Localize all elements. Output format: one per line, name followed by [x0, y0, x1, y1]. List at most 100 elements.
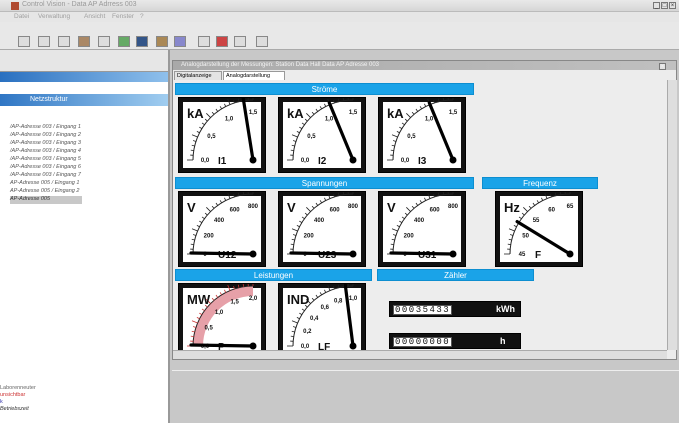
scale-label: 400 [314, 218, 325, 224]
open-icon[interactable] [38, 36, 50, 47]
scale-label: 65 [567, 204, 574, 210]
gauge-unit: kA [287, 106, 304, 121]
tool-icon[interactable] [156, 36, 168, 47]
gauge-needle [189, 251, 255, 256]
current-i3-gauge: 0,0 0,5 1,0 1,5 kA I3 [378, 97, 466, 173]
scale-tick [399, 126, 403, 129]
maximize-icon[interactable]: □ [661, 2, 668, 9]
scale-label: 1,0 [349, 296, 358, 302]
tree-item[interactable]: /AP-Adresse 003 / Eingang 7 [10, 172, 82, 180]
scale-tick [327, 192, 331, 199]
tree-item[interactable]: /AP-Adresse 003 / Eingang 5 [10, 156, 82, 164]
scale-tick [315, 294, 319, 298]
tree-item[interactable]: /AP-Adresse 003 / Eingang 6 [10, 164, 82, 172]
scale-tick [319, 200, 322, 204]
scale-tick [301, 216, 305, 220]
tree-item[interactable]: /AP-Adresse 003 / Eingang 2 [10, 132, 82, 140]
gauge-unit: MW [187, 292, 211, 307]
toolbar [0, 22, 679, 50]
gauge-needle [241, 98, 255, 162]
window-icon[interactable] [234, 36, 246, 47]
scale-tick [319, 106, 322, 110]
scale-label: 55 [533, 218, 540, 224]
scale-tick [544, 192, 548, 199]
arrows-icon[interactable] [198, 36, 210, 47]
gauge-unit: V [187, 200, 196, 215]
info-icon[interactable] [256, 36, 268, 47]
section-currents: Ströme [175, 83, 474, 95]
gauge-dial: 0,0 0,5 1,0 1,5 kA I3 [387, 98, 458, 167]
scale-label: 200 [204, 234, 215, 240]
scale-tick [299, 220, 303, 223]
analog-view: Ströme Spannungen Frequenz Leistungen Zä… [173, 80, 667, 359]
gauge-dial: 0200400600800VU23 [287, 192, 359, 261]
image-icon[interactable] [78, 36, 90, 47]
print-icon[interactable] [58, 36, 70, 47]
tree-item-selected[interactable]: AP-Adresse 005 [10, 196, 82, 204]
tree-item[interactable]: /AP-Adresse 003 / Eingang 4 [10, 148, 82, 156]
tree-title: Netzstruktur [30, 96, 68, 103]
gauge-needle [389, 251, 455, 256]
footer-item: k [0, 399, 3, 405]
gauge-label: U12 [218, 250, 237, 261]
needle-hub [349, 250, 357, 258]
new-icon[interactable] [18, 36, 30, 47]
scale-tick [191, 320, 198, 324]
menu-item-help[interactable]: ? [140, 13, 144, 20]
scale-tick [227, 98, 231, 105]
close-icon[interactable]: × [659, 63, 666, 70]
scale-tick [201, 308, 205, 312]
menu-item-file[interactable]: Datei [14, 13, 29, 20]
scale-label: 600 [330, 208, 341, 214]
gauge-label: I3 [418, 156, 427, 167]
needle-hub [249, 342, 257, 350]
settings-icon[interactable] [174, 36, 186, 47]
scale-tick [301, 308, 305, 312]
gauge-dial: 0200400600800VU12 [187, 192, 259, 261]
grid-icon[interactable] [98, 36, 110, 47]
tree-item[interactable]: /AP-Adresse 003 / Eingang 1 [10, 124, 82, 132]
scale-tick [299, 312, 303, 315]
scale-label: 60 [548, 208, 555, 214]
scale-label: 50 [522, 234, 529, 240]
menu-item-window[interactable]: Fenster [112, 13, 134, 20]
gauge-needle [289, 251, 355, 256]
scale-label: 0,5 [207, 134, 216, 140]
tree-item[interactable]: AP-Adresse 005 / Eingang 2 [10, 188, 82, 196]
title-bar: Control Vision - Data AP Adrress 003 _ □… [0, 0, 679, 12]
tab-digital[interactable]: Digitalanzeige [174, 71, 222, 80]
stop-icon[interactable] [216, 36, 228, 47]
gauge-unit: Hz [504, 200, 520, 215]
footer-item: Betriebszeit [0, 406, 29, 412]
table-icon[interactable] [136, 36, 148, 47]
scale-tick [521, 212, 525, 216]
scale-label: 0,5 [204, 326, 213, 332]
scale-tick [404, 212, 408, 216]
close-icon[interactable]: × [669, 2, 676, 9]
menu-item-manage[interactable]: Verwaltung [38, 13, 70, 20]
scale-tick [191, 228, 198, 232]
scale-tick [419, 106, 422, 110]
horizontal-scrollbar[interactable] [173, 350, 667, 359]
gauge-dial: 45 50 55 60 65 Hz F [504, 192, 574, 261]
scale-label: 45 [519, 252, 526, 258]
chart-icon[interactable] [118, 36, 130, 47]
menu-item-view[interactable]: Ansicht [84, 13, 105, 20]
minimize-icon[interactable]: _ [653, 2, 660, 9]
tab-analog[interactable]: Analogdarstellung [223, 71, 285, 80]
scale-label: 400 [414, 218, 425, 224]
hours-counter-value: 00000000 [393, 337, 453, 347]
scale-tick [306, 207, 311, 212]
needle-hub [449, 250, 457, 258]
gauge-unit: kA [387, 106, 404, 121]
scale-tick [419, 200, 422, 204]
vertical-scrollbar[interactable] [667, 80, 677, 350]
gauge-label: I1 [218, 156, 227, 167]
needle-hub [349, 342, 357, 350]
scale-label: 1,0 [425, 116, 434, 122]
tree-item[interactable]: /AP-Adresse 003 / Eingang 3 [10, 140, 82, 148]
tree-item[interactable]: AP-Adresse 005 / Eingang 1 [10, 180, 82, 188]
scale-label: 1,0 [225, 116, 234, 122]
scale-tick [411, 205, 415, 209]
scale-tick [204, 212, 208, 216]
